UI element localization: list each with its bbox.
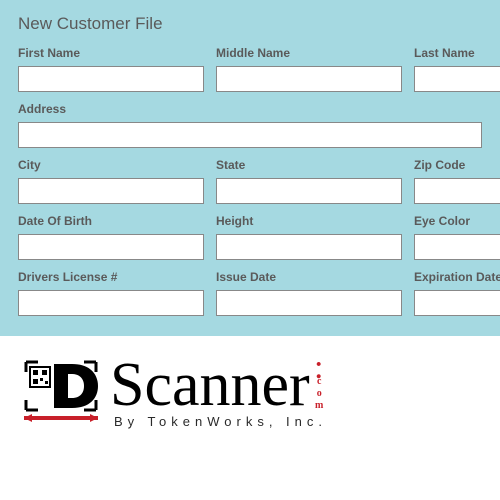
logo-colon: : xyxy=(314,359,324,376)
label-zip: Zip Code xyxy=(414,158,500,172)
input-issue-date[interactable] xyxy=(216,290,402,316)
field-state: State xyxy=(216,158,402,204)
field-eye-color: Eye Color xyxy=(414,214,500,260)
field-zip: Zip Code xyxy=(414,158,500,204)
field-address: Address xyxy=(18,102,482,148)
field-height: Height xyxy=(216,214,402,260)
input-last-name[interactable] xyxy=(414,66,500,92)
input-eye-color[interactable] xyxy=(414,234,500,260)
input-first-name[interactable] xyxy=(18,66,204,92)
input-dl-number[interactable] xyxy=(18,290,204,316)
input-zip[interactable] xyxy=(414,178,500,204)
input-dob[interactable] xyxy=(18,234,204,260)
label-city: City xyxy=(18,158,204,172)
label-state: State xyxy=(216,158,402,172)
field-city: City xyxy=(18,158,204,204)
input-height[interactable] xyxy=(216,234,402,260)
input-city[interactable] xyxy=(18,178,204,204)
label-first-name: First Name xyxy=(18,46,204,60)
logo-word-scanner: Scanner xyxy=(110,359,310,412)
customer-form-panel: New Customer File First Name Middle Name… xyxy=(0,0,500,336)
input-exp-date[interactable] xyxy=(414,290,500,316)
logo-byline: By TokenWorks, Inc. xyxy=(114,414,327,429)
logo-main-text: Scanner : com xyxy=(110,359,327,412)
input-address[interactable] xyxy=(18,122,482,148)
field-exp-date: Expiration Date xyxy=(414,270,500,316)
label-issue-date: Issue Date xyxy=(216,270,402,284)
logo-area: Scanner : com By TokenWorks, Inc. xyxy=(0,336,500,440)
label-middle-name: Middle Name xyxy=(216,46,402,60)
field-dl-number: Drivers License # xyxy=(18,270,204,316)
label-height: Height xyxy=(216,214,402,228)
field-middle-name: Middle Name xyxy=(216,46,402,92)
field-dob: Date Of Birth xyxy=(18,214,204,260)
logo-dotcom: : com xyxy=(314,359,324,412)
logo-text-block: Scanner : com By TokenWorks, Inc. xyxy=(110,359,327,429)
label-address: Address xyxy=(18,102,482,116)
input-middle-name[interactable] xyxy=(216,66,402,92)
field-issue-date: Issue Date xyxy=(216,270,402,316)
logo-com: com xyxy=(314,376,324,412)
input-state[interactable] xyxy=(216,178,402,204)
label-eye-color: Eye Color xyxy=(414,214,500,228)
label-dob: Date Of Birth xyxy=(18,214,204,228)
field-first-name: First Name xyxy=(18,46,204,92)
form-title: New Customer File xyxy=(18,14,482,34)
id-scanner-logo-icon xyxy=(20,358,102,430)
field-last-name: Last Name xyxy=(414,46,500,92)
label-last-name: Last Name xyxy=(414,46,500,60)
label-dl-number: Drivers License # xyxy=(18,270,204,284)
label-exp-date: Expiration Date xyxy=(414,270,500,284)
